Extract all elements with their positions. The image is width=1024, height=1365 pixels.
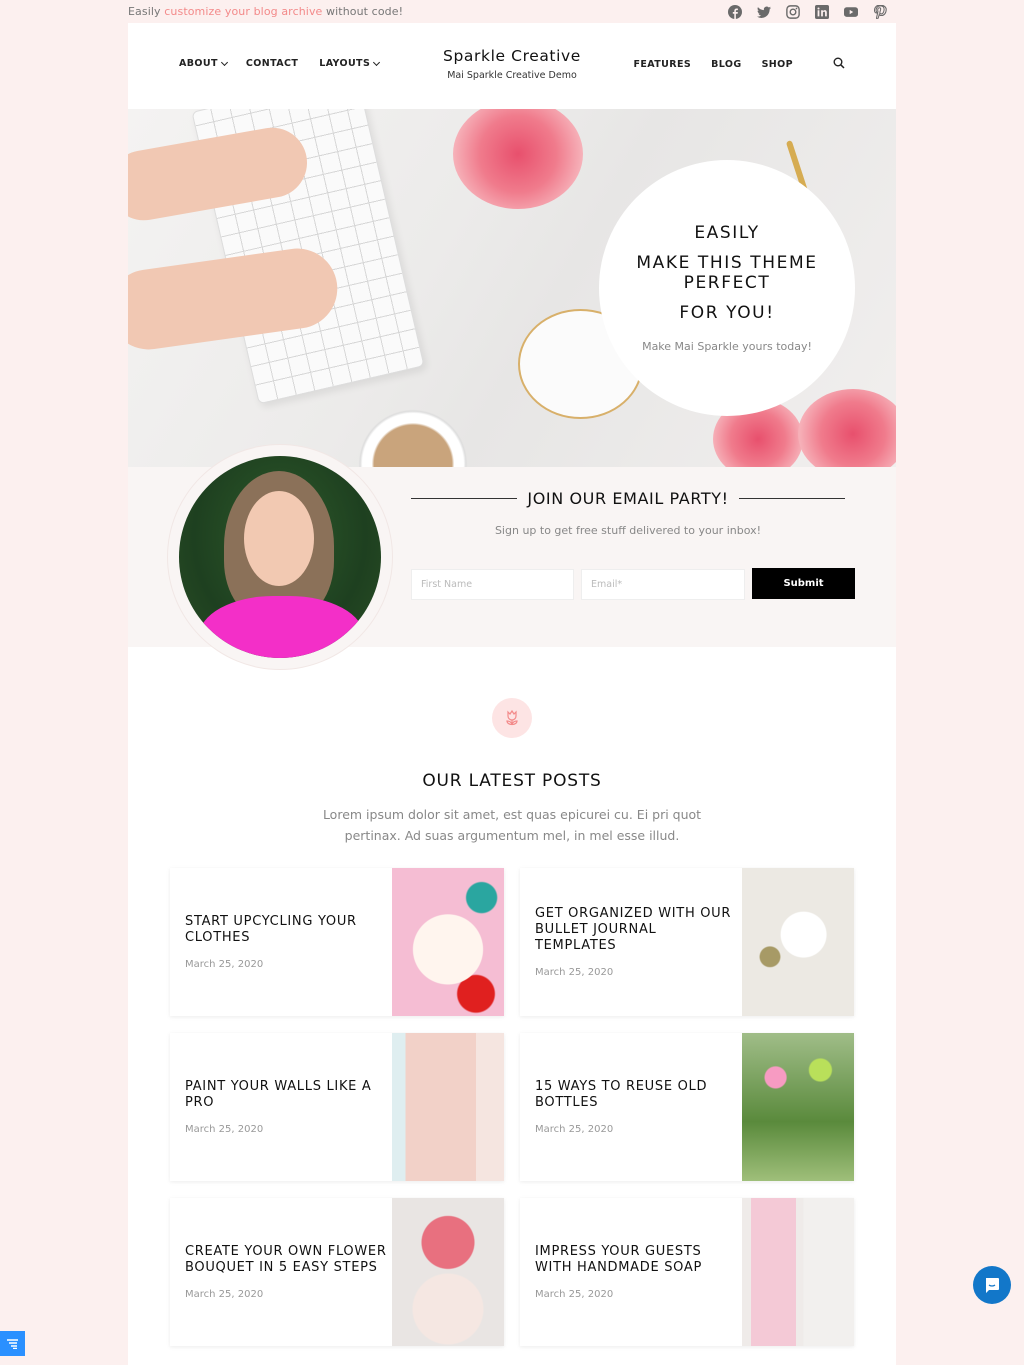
nav-label: FEATURES: [633, 58, 692, 70]
hero-heading-line: MAKE THIS THEME: [636, 253, 818, 273]
promo-suffix: without code!: [326, 5, 404, 18]
nav-item-blog[interactable]: BLOG: [711, 58, 741, 70]
post-thumbnail[interactable]: [742, 868, 854, 1016]
promo-link[interactable]: customize your blog archive: [164, 5, 322, 18]
promo-text: Easily customize your blog archive witho…: [128, 5, 403, 18]
post-thumbnail[interactable]: [392, 1033, 504, 1181]
hero-subtitle: Make Mai Sparkle yours today!: [642, 340, 812, 353]
post-thumbnail[interactable]: [392, 1198, 504, 1346]
post-card[interactable]: PAINT YOUR WALLS LIKE A PRO March 25, 202…: [170, 1033, 504, 1181]
post-card[interactable]: 15 WAYS TO REUSE OLD BOTTLES March 25, 20…: [520, 1033, 854, 1181]
nav-item-features[interactable]: FEATURES: [633, 58, 691, 70]
social-links: [726, 3, 888, 20]
nav-item-shop[interactable]: SHOP: [762, 58, 793, 70]
post-date: March 25, 2020: [535, 1289, 614, 1300]
site-tagline: Mai Sparkle Creative Demo: [447, 70, 577, 81]
hero-image-coffee: [358, 409, 468, 467]
first-name-input[interactable]: First Name: [411, 569, 574, 600]
accessibility-toggle-button[interactable]: [0, 1331, 25, 1356]
divider: [738, 498, 846, 499]
divider: [411, 498, 518, 499]
post-card[interactable]: IMPRESS YOUR GUESTS WITH HANDMADE SOAP Ma…: [520, 1198, 854, 1346]
menu-lines-icon: [7, 1339, 18, 1349]
email-optin-section: JOIN OUR EMAIL PARTY! Sign up to get fre…: [128, 445, 896, 669]
linkedin-icon[interactable]: [813, 3, 830, 20]
post-card[interactable]: CREATE YOUR OWN FLOWER BOUQUET IN 5 EASY…: [170, 1198, 504, 1346]
facebook-icon[interactable]: [726, 3, 743, 20]
optin-heading: JOIN OUR EMAIL PARTY!: [411, 489, 846, 508]
tulip-icon: [506, 709, 518, 726]
post-date: March 25, 2020: [535, 967, 614, 978]
optin-title: JOIN OUR EMAIL PARTY!: [527, 489, 729, 508]
posts-intro: Lorem ipsum dolor sit amet, est quas epi…: [322, 807, 702, 843]
chat-icon: [986, 1278, 999, 1293]
promo-prefix: Easily: [128, 5, 161, 18]
hero-heading-line: EASILY: [694, 223, 760, 243]
post-title[interactable]: PAINT YOUR WALLS LIKE A PRO: [185, 1079, 392, 1111]
submit-button[interactable]: Submit: [752, 568, 855, 599]
post-title[interactable]: IMPRESS YOUR GUESTS WITH HANDMADE SOAP: [535, 1244, 742, 1276]
post-thumbnail[interactable]: [392, 868, 504, 1016]
instagram-icon[interactable]: [784, 3, 801, 20]
email-input[interactable]: Email*: [581, 569, 745, 600]
avatar-frame: [168, 445, 392, 669]
post-card[interactable]: GET ORGANIZED WITH OUR BULLET JOURNAL TE…: [520, 868, 854, 1016]
post-date: March 25, 2020: [185, 1124, 264, 1135]
pinterest-icon[interactable]: [871, 3, 888, 20]
nav-right: FEATURES BLOG SHOP: [613, 57, 845, 70]
optin-subtitle: Sign up to get free stuff delivered to y…: [494, 524, 762, 537]
post-title[interactable]: 15 WAYS TO REUSE OLD BOTTLES: [535, 1079, 742, 1111]
hero-heading-line: FOR YOU!: [679, 303, 775, 323]
twitter-icon[interactable]: [755, 3, 772, 20]
page-container: ABOUT CONTACT LAYOUTS Sparkle Creative M…: [128, 23, 896, 1365]
hero-image-flower: [798, 389, 896, 467]
top-bar: Easily customize your blog archive witho…: [0, 0, 1024, 23]
post-card[interactable]: START UPCYCLING YOUR CLOTHES March 25, 20…: [170, 868, 504, 1016]
post-title[interactable]: GET ORGANIZED WITH OUR BULLET JOURNAL TE…: [535, 906, 742, 954]
posts-heading: OUR LATEST POSTS: [422, 771, 602, 791]
search-button[interactable]: [813, 57, 845, 70]
hero-image-flower: [453, 109, 583, 209]
avatar: [179, 456, 381, 658]
post-thumbnail[interactable]: [742, 1198, 854, 1346]
placeholder: First Name: [421, 579, 473, 590]
nav-label: BLOG: [711, 58, 742, 70]
search-icon: [833, 57, 845, 69]
site-header: ABOUT CONTACT LAYOUTS Sparkle Creative M…: [128, 23, 896, 109]
post-title[interactable]: START UPCYCLING YOUR CLOTHES: [185, 914, 392, 946]
placeholder: Email*: [591, 579, 623, 590]
post-date: March 25, 2020: [185, 1289, 264, 1300]
nav-label: SHOP: [761, 58, 793, 70]
post-title[interactable]: CREATE YOUR OWN FLOWER BOUQUET IN 5 EASY…: [185, 1244, 392, 1276]
hero-circle: EASILY MAKE THIS THEME PERFECT FOR YOU! …: [599, 160, 855, 416]
tulip-badge: [492, 698, 532, 738]
hero-section: EASILY MAKE THIS THEME PERFECT FOR YOU! …: [128, 109, 896, 467]
post-date: March 25, 2020: [185, 959, 264, 970]
chat-widget-button[interactable]: [973, 1266, 1011, 1304]
hero-heading-line: PERFECT: [683, 273, 771, 293]
post-date: March 25, 2020: [535, 1124, 614, 1135]
youtube-icon[interactable]: [842, 3, 859, 20]
post-thumbnail[interactable]: [742, 1033, 854, 1181]
